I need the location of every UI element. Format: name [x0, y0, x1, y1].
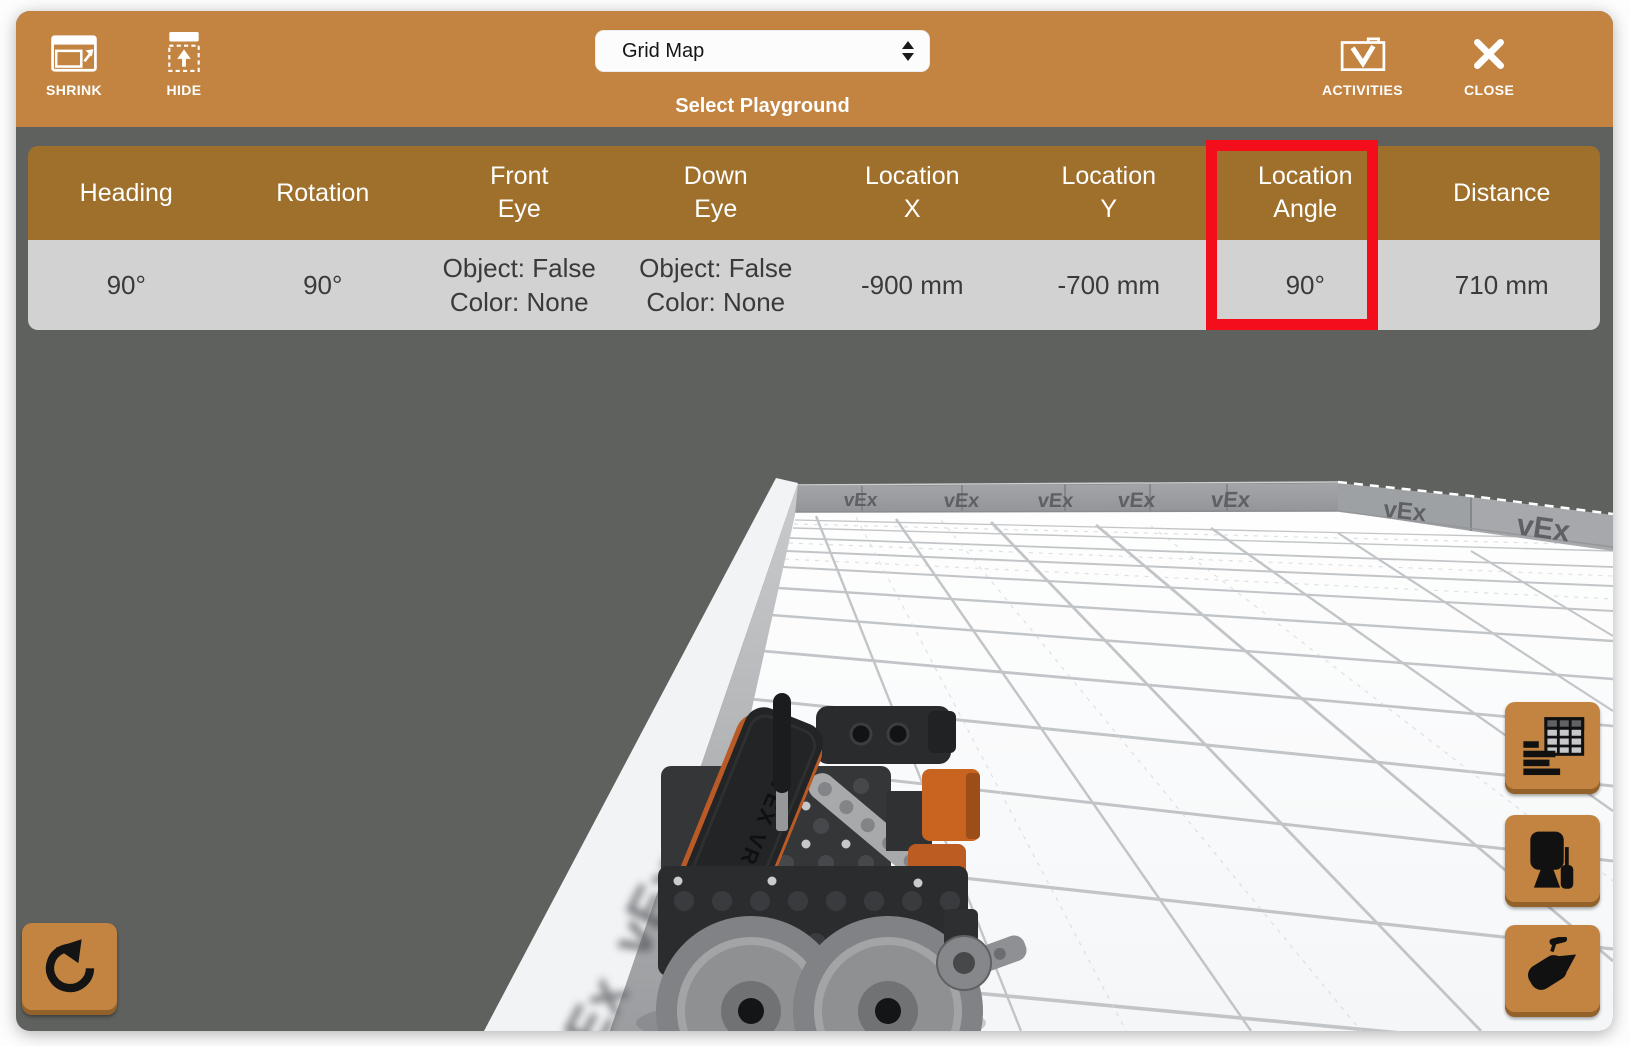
activities-label: ACTIVITIES — [1322, 82, 1403, 98]
reset-rotate-icon — [39, 936, 101, 1003]
dashboard-data-icon — [1521, 716, 1585, 781]
value-cell-location-x: -900 mm — [814, 240, 1011, 330]
header-cell-heading: Heading — [28, 146, 225, 240]
sensor-table-value-row: 90° 90° Object: FalseColor: None Object:… — [28, 240, 1600, 330]
close-icon — [1470, 29, 1508, 73]
camera-view-button[interactable] — [1505, 925, 1600, 1017]
dashboard-toggle-button[interactable] — [1505, 702, 1600, 794]
header-cell-distance: Distance — [1404, 146, 1601, 240]
value-cell-location-y: -700 mm — [1011, 240, 1208, 330]
select-spinner-icon — [902, 41, 914, 61]
value-cell-down-eye: Object: FalseColor: None — [618, 240, 815, 330]
playground-select[interactable]: Grid Map — [595, 30, 930, 72]
vex-wall-logo: vEx — [943, 490, 981, 512]
activities-button[interactable]: ACTIVITIES — [1322, 29, 1403, 98]
shrink-label: SHRINK — [46, 82, 102, 98]
sensor-table-header-row: Heading Rotation FrontEye DownEye Locati… — [28, 146, 1600, 240]
value-cell-heading: 90° — [28, 240, 225, 330]
shrink-button[interactable]: SHRINK — [46, 29, 102, 98]
select-playground-caption: Select Playground — [595, 95, 930, 118]
header-cell-location-y: LocationY — [1011, 146, 1208, 240]
vex-wall-logo: vEx — [1382, 496, 1428, 527]
robot-pen-button[interactable] — [1505, 815, 1600, 907]
playground-window: vEx vEx vEx vEx vEx vEx vEx vEx — [16, 11, 1613, 1031]
value-cell-distance: 710 mm — [1404, 240, 1601, 330]
topbar: SHRINK HIDE Grid Map Select Playground — [16, 11, 1613, 127]
header-cell-front-eye: FrontEye — [421, 146, 618, 240]
close-label: CLOSE — [1464, 82, 1514, 98]
vex-wall-logo: vEx — [1037, 490, 1075, 512]
camera-icon — [1521, 937, 1585, 1006]
header-cell-rotation: Rotation — [225, 146, 422, 240]
sensor-dashboard-table: Heading Rotation FrontEye DownEye Locati… — [28, 146, 1600, 330]
value-cell-location-angle: 90° — [1207, 240, 1404, 330]
vex-wall-logo: vEx — [1117, 489, 1157, 512]
vex-wall-logo: vEx — [1210, 487, 1252, 512]
shrink-window-icon — [51, 29, 97, 73]
header-cell-location-angle: LocationAngle — [1207, 146, 1404, 240]
playground-select-value: Grid Map — [622, 40, 704, 63]
robot-pen-icon — [1522, 828, 1584, 895]
reset-button[interactable] — [22, 923, 117, 1015]
header-cell-down-eye: DownEye — [618, 146, 815, 240]
hide-label: HIDE — [166, 82, 201, 98]
activities-icon — [1339, 29, 1387, 73]
header-cell-location-x: LocationX — [814, 146, 1011, 240]
hide-window-icon — [166, 29, 202, 73]
value-cell-rotation: 90° — [225, 240, 422, 330]
back-wall: vEx vEx vEx vEx vEx vEx — [758, 482, 1338, 512]
hide-button[interactable]: HIDE — [166, 29, 202, 98]
close-button[interactable]: CLOSE — [1464, 29, 1514, 98]
value-cell-front-eye: Object: FalseColor: None — [421, 240, 618, 330]
vex-wall-logo: vEx — [843, 490, 879, 511]
